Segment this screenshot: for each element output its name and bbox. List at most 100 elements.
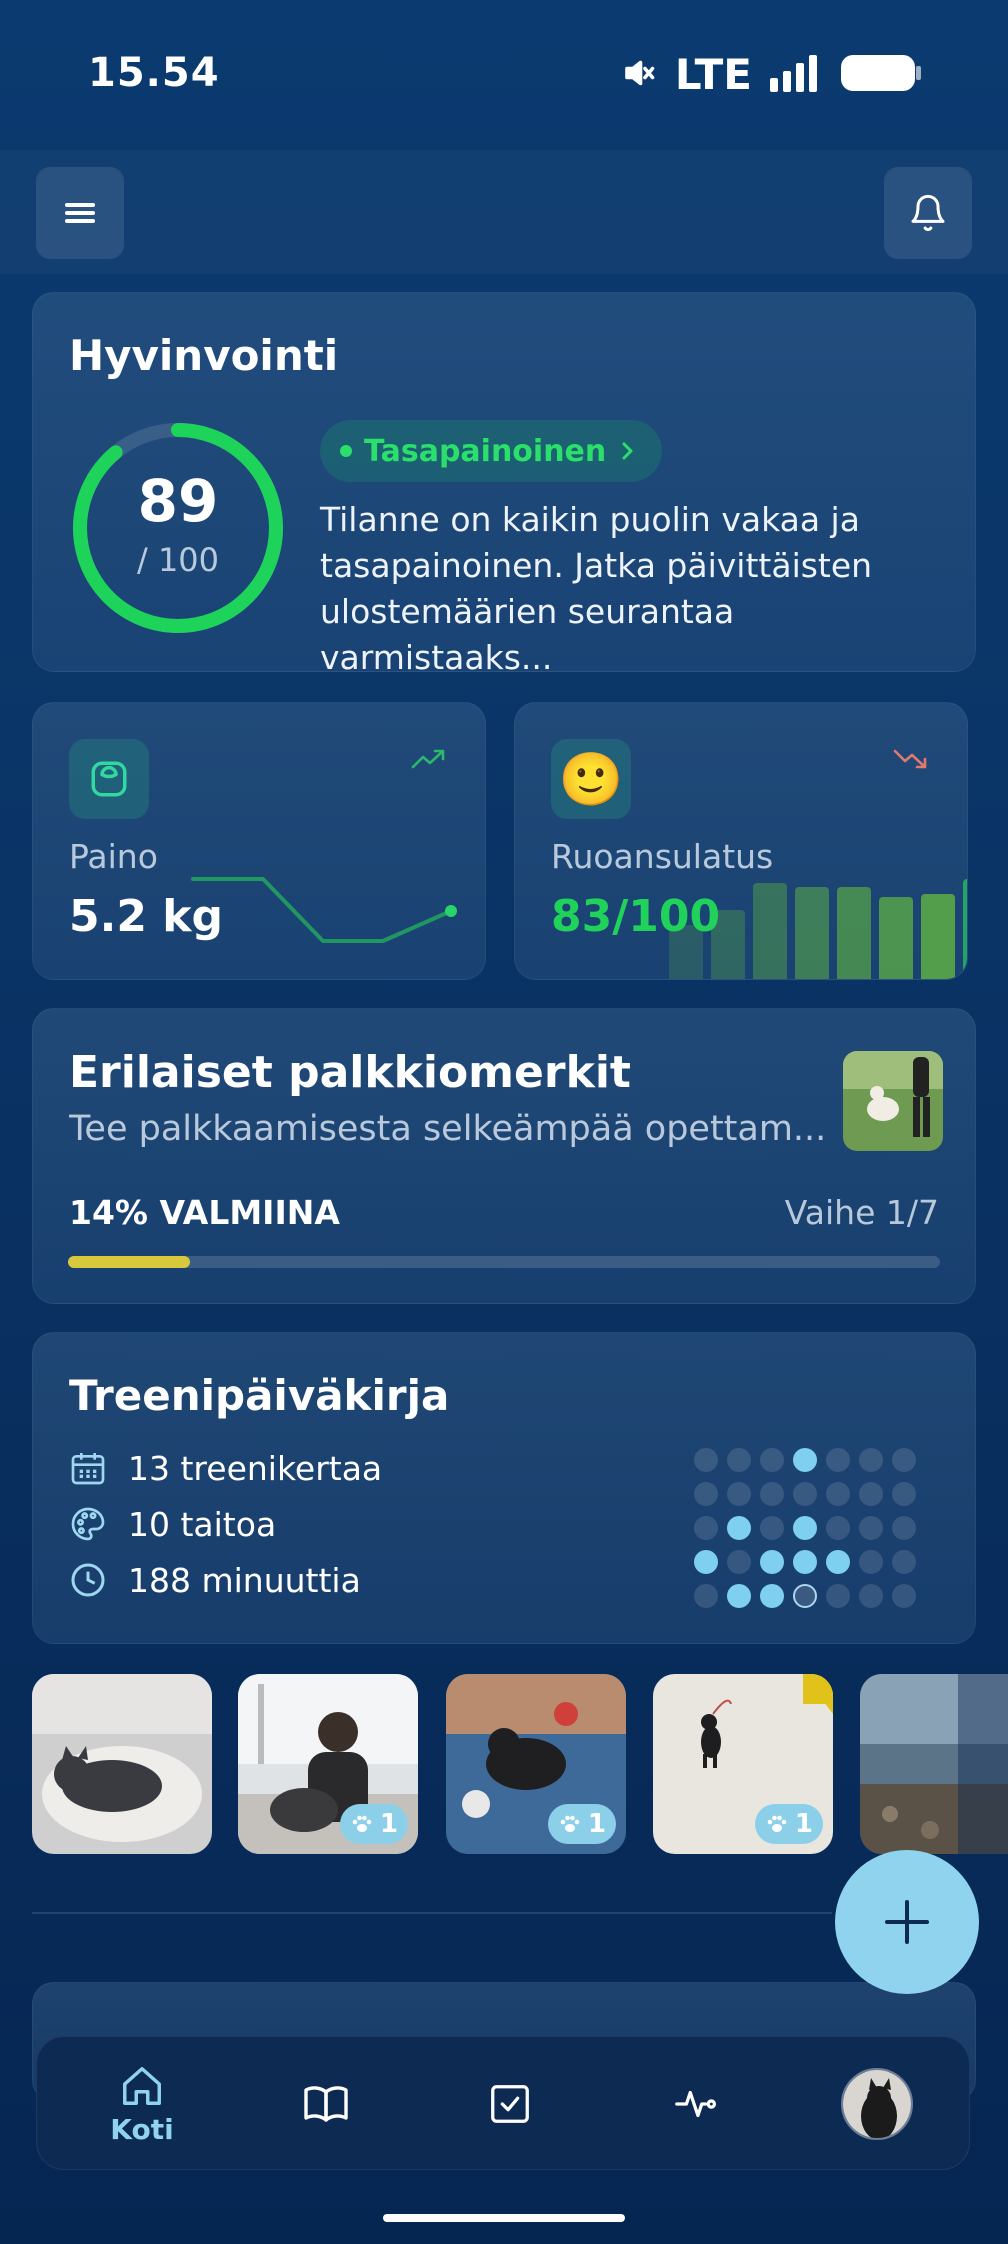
battery-icon (840, 53, 922, 97)
activity-dot (760, 1448, 784, 1472)
paw-count-badge: 1 (547, 1804, 616, 1844)
activity-dot (727, 1516, 751, 1540)
course-subtitle: Tee palkkaamisesta selkeämpää opettam... (69, 1109, 827, 1149)
paw-count-badge: 1 (339, 1804, 408, 1844)
activity-dot (859, 1550, 883, 1574)
diary-title: Treenipäiväkirja (69, 1371, 450, 1420)
wellbeing-score: 89 (137, 467, 219, 535)
course-step: Vaihe 1/7 (784, 1193, 939, 1232)
photo-thumbnail[interactable]: 1 (238, 1674, 418, 1854)
scale-icon (69, 739, 149, 819)
menu-icon (65, 203, 95, 223)
photo-thumbnail[interactable]: 1 (653, 1674, 833, 1854)
paw-icon (767, 1815, 787, 1832)
activity-dot (694, 1584, 718, 1608)
digestion-bar (837, 887, 871, 979)
activity-dot (793, 1448, 817, 1472)
status-bar: 15.54 LTE (0, 0, 1008, 150)
notifications-button[interactable] (884, 167, 972, 259)
activity-dot (793, 1584, 817, 1608)
paw-count: 1 (379, 1809, 398, 1839)
photo-thumbnail[interactable]: 1 (446, 1674, 626, 1854)
status-badge[interactable]: Tasapainoinen (320, 420, 663, 482)
nav-profile[interactable] (837, 2037, 917, 2171)
weight-value: 5.2 kg (69, 891, 224, 942)
mute-icon (621, 55, 657, 95)
nav-tasks[interactable] (455, 2037, 565, 2171)
activity-dot (826, 1550, 850, 1574)
activity-dot (892, 1550, 916, 1574)
diary-skills-row: 10 taitoa (68, 1504, 276, 1544)
activity-icon (675, 2090, 717, 2118)
diary-skills: 10 taitoa (128, 1504, 277, 1544)
network-type: LTE (674, 50, 752, 99)
activity-dot (859, 1482, 883, 1506)
digestion-bar (921, 894, 955, 979)
digestion-bar (753, 883, 787, 979)
activity-dot-grid (694, 1448, 916, 1608)
activity-dot (892, 1482, 916, 1506)
weight-label: Paino (69, 837, 158, 876)
activity-dot (826, 1448, 850, 1472)
palette-icon (71, 1507, 105, 1541)
activity-dot (826, 1516, 850, 1540)
digestion-bar (963, 879, 967, 979)
chevron-right-icon (622, 442, 633, 460)
menu-button[interactable] (36, 167, 124, 259)
wellbeing-score-max: / 100 (136, 541, 220, 579)
trend-up-icon (411, 749, 445, 769)
activity-dot (727, 1584, 751, 1608)
course-progress-label: 14% VALMIINA (69, 1193, 340, 1232)
home-indicator (383, 2214, 625, 2222)
activity-dot (694, 1516, 718, 1540)
activity-dot (859, 1516, 883, 1540)
activity-dot (760, 1550, 784, 1574)
digestion-bar (795, 887, 829, 979)
status-icons: LTE (621, 50, 922, 99)
trend-down-icon (893, 749, 927, 769)
diary-sessions-row: 13 treenikertaa (68, 1448, 382, 1488)
digestion-card[interactable]: 🙂 Ruoansulatus 83/100 (514, 702, 968, 980)
activity-dot (760, 1482, 784, 1506)
photo-thumbnail[interactable] (32, 1674, 212, 1854)
course-progress-fill (68, 1256, 191, 1268)
course-title: Erilaiset palkkiomerkit (69, 1047, 631, 1098)
nav-learn[interactable] (271, 2037, 381, 2171)
weight-card[interactable]: Paino 5.2 kg (32, 702, 486, 980)
status-badge-label: Tasapainoinen (364, 433, 607, 469)
paw-count: 1 (794, 1809, 813, 1839)
plus-icon (885, 1900, 929, 1944)
activity-dot (892, 1448, 916, 1472)
paw-icon (352, 1815, 372, 1832)
paw-icon (560, 1815, 580, 1832)
course-thumbnail (843, 1051, 943, 1151)
status-time: 15.54 (88, 50, 220, 96)
smiley-icon: 🙂 (551, 739, 631, 819)
bottom-navigation: Koti (36, 2036, 970, 2170)
activity-dot (793, 1550, 817, 1574)
wellbeing-title: Hyvinvointi (69, 331, 339, 380)
nav-health[interactable] (641, 2037, 751, 2171)
add-button[interactable] (835, 1850, 979, 1994)
nav-home-label: Koti (110, 2112, 174, 2146)
top-app-bar (0, 150, 1008, 274)
activity-dot (694, 1550, 718, 1574)
activity-dot (859, 1584, 883, 1608)
photo-thumbnail[interactable] (860, 1674, 1008, 1854)
avatar (841, 2068, 913, 2140)
diary-minutes: 188 minuuttia (128, 1560, 361, 1600)
activity-dot (793, 1482, 817, 1506)
activity-dot (760, 1516, 784, 1540)
book-icon (304, 2086, 348, 2122)
paw-count: 1 (587, 1809, 606, 1839)
paw-count-badge: 1 (754, 1804, 823, 1844)
activity-dot (793, 1516, 817, 1540)
activity-dot (694, 1482, 718, 1506)
activity-dot (826, 1584, 850, 1608)
nav-home[interactable]: Koti (87, 2037, 197, 2171)
digestion-label: Ruoansulatus (551, 837, 774, 876)
signal-icon (770, 54, 822, 96)
weight-sparkline (191, 877, 457, 943)
activity-dot (826, 1482, 850, 1506)
clock-icon (71, 1563, 105, 1597)
